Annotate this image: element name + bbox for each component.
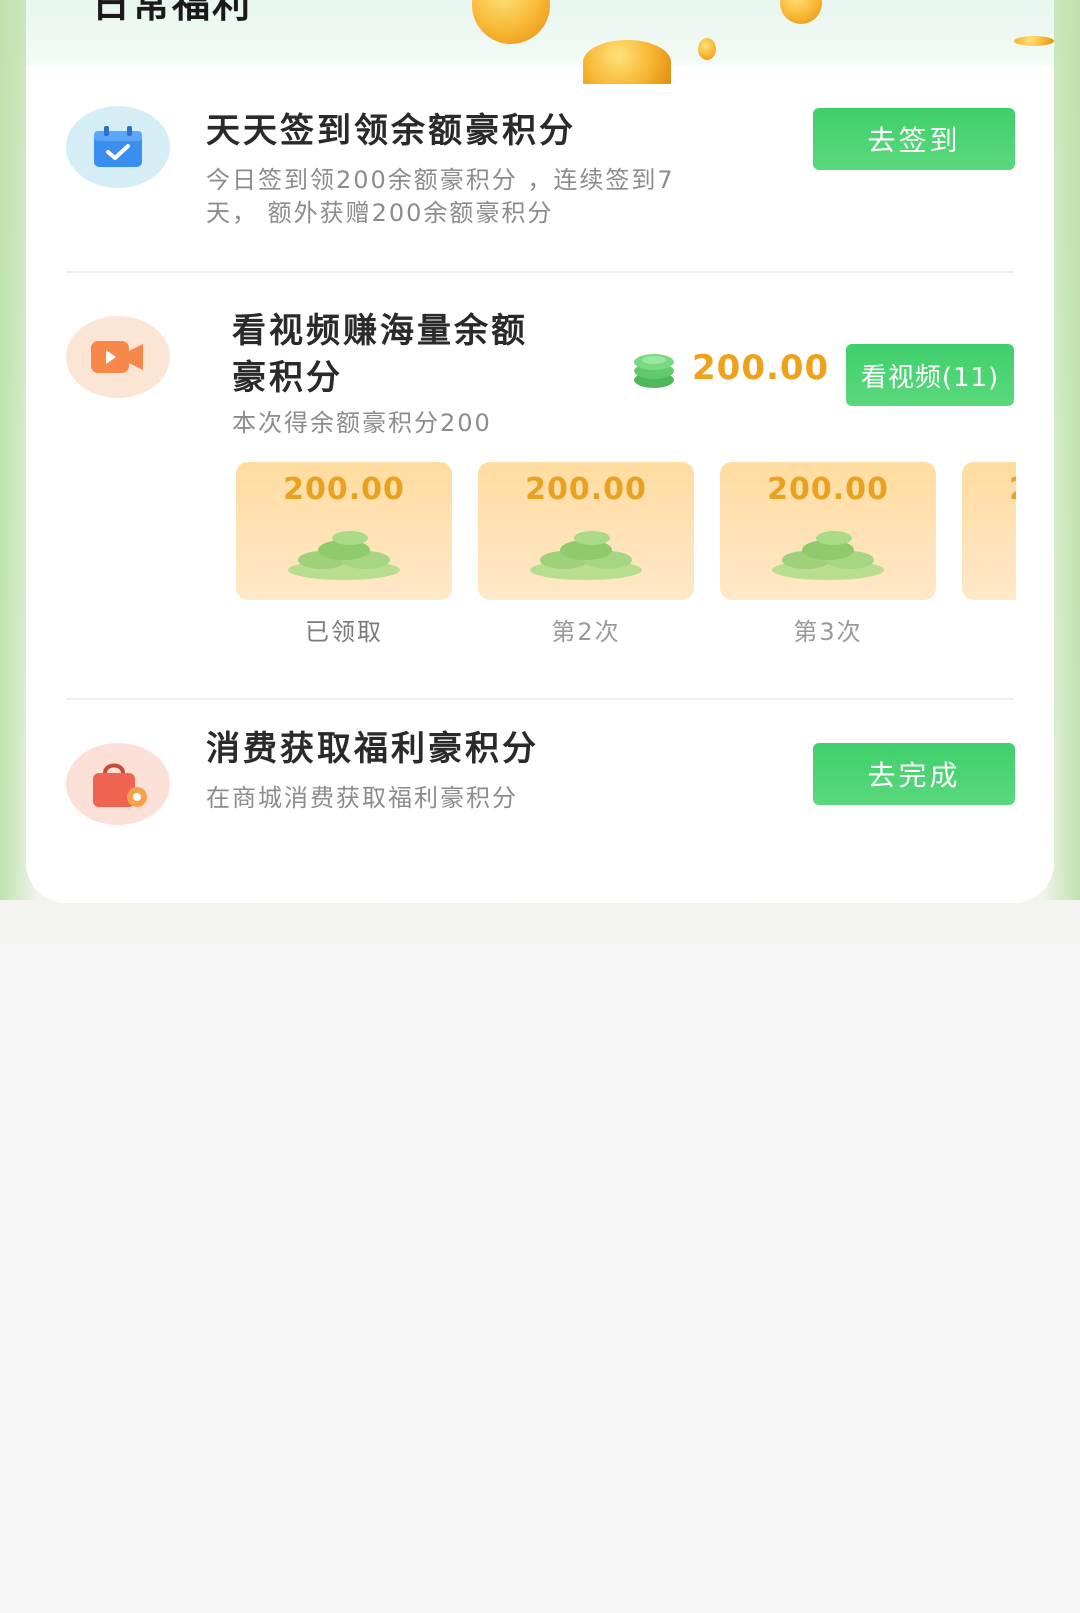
reward-tile-amount: 200.00 <box>525 472 647 507</box>
daily-benefits-card: 日常福利 天天签到领余额豪积分 今日签到领200余额豪积分 ，连续签到7 天， … <box>26 0 1054 903</box>
section-title: 日常福利 <box>92 0 253 26</box>
green-coin-pile-icon <box>768 524 888 586</box>
reward-tile-amount: 200.00 <box>283 472 405 507</box>
task-desc-line-1: 今日签到领200余额豪积分 ，连续签到7 <box>206 166 675 194</box>
task-title: 消费获取福利豪积分 <box>206 729 539 769</box>
task-title-line-2: 豪积分 <box>232 358 343 398</box>
coin-decoration-icon <box>583 40 671 84</box>
task-title: 天天签到领余额豪积分 <box>206 111 576 151</box>
reward-tile: 200.00 <box>962 462 1016 600</box>
divider <box>66 271 1014 273</box>
reward-tile-label: 第2次 <box>551 618 621 646</box>
reward-tile: 200.00 <box>478 462 694 600</box>
video-camera-icon <box>66 316 170 398</box>
coin-decoration-icon <box>472 0 550 44</box>
reward-tile-label: 已领取 <box>305 618 383 646</box>
calendar-check-icon <box>66 106 170 188</box>
task-title-line-1: 看视频赚海量余额 <box>232 311 528 351</box>
complete-button[interactable]: 去完成 <box>813 743 1015 805</box>
green-coin-pile-icon <box>526 524 646 586</box>
reward-amount: 200.00 <box>692 348 830 388</box>
shopping-bag-icon <box>66 743 170 825</box>
coin-decoration-icon <box>780 0 822 24</box>
green-coin-stack-icon <box>632 349 676 389</box>
watch-video-button[interactable]: 看视频(11) <box>846 344 1014 406</box>
task-desc: 在商城消费获取福利豪积分 <box>206 784 518 812</box>
reward-tile: 200.00 <box>720 462 936 600</box>
divider <box>66 698 1014 700</box>
coin-decoration-icon <box>1014 36 1054 46</box>
sign-in-button[interactable]: 去签到 <box>813 108 1015 170</box>
card-header: 日常福利 <box>26 0 1054 84</box>
reward-tile-label: 第3次 <box>793 618 863 646</box>
reward-tile-amount: 200.00 <box>962 472 1016 507</box>
reward-tile: 200.00 <box>236 462 452 600</box>
reward-tile-amount: 200.00 <box>767 472 889 507</box>
coin-decoration-icon <box>698 38 716 60</box>
task-desc: 本次得余额豪积分200 <box>232 409 492 437</box>
task-desc-line-2: 天， 额外获赠200余额豪积分 <box>206 199 554 227</box>
green-coin-pile-icon <box>284 524 404 586</box>
reward-progress-strip: 200.00 已领取 200.00 第2次 200.00 第3次 <box>236 462 1016 652</box>
